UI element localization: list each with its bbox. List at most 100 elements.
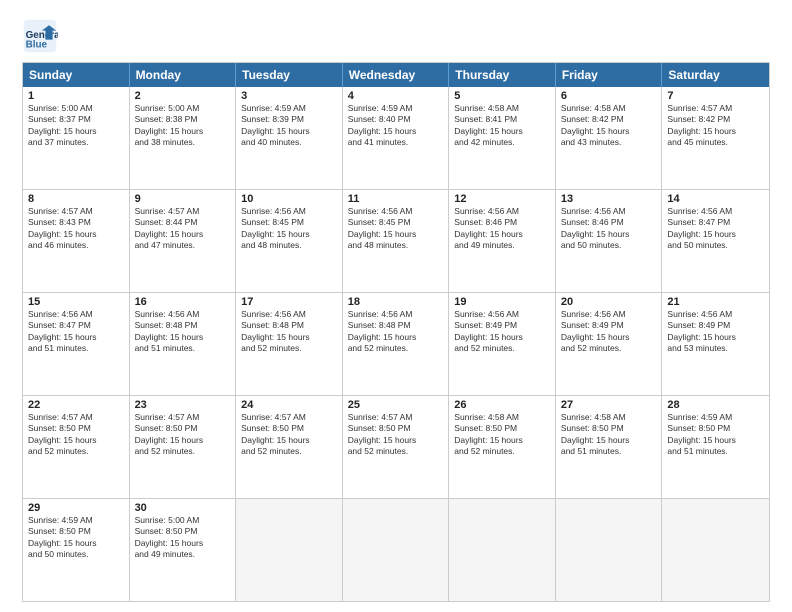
calendar-header-cell: Monday [130,63,237,87]
calendar-cell [662,499,769,601]
cell-info: Sunrise: 4:57 AM Sunset: 8:42 PM Dayligh… [667,103,764,149]
cell-info: Sunrise: 4:56 AM Sunset: 8:49 PM Dayligh… [667,309,764,355]
calendar-cell: 16Sunrise: 4:56 AM Sunset: 8:48 PM Dayli… [130,293,237,395]
page: General Blue SundayMondayTuesdayWednesda… [0,0,792,612]
calendar-cell: 19Sunrise: 4:56 AM Sunset: 8:49 PM Dayli… [449,293,556,395]
calendar-body: 1Sunrise: 5:00 AM Sunset: 8:37 PM Daylig… [23,87,769,601]
header: General Blue [22,18,770,54]
calendar-header-row: SundayMondayTuesdayWednesdayThursdayFrid… [23,63,769,87]
calendar-cell: 3Sunrise: 4:59 AM Sunset: 8:39 PM Daylig… [236,87,343,189]
calendar: SundayMondayTuesdayWednesdayThursdayFrid… [22,62,770,602]
cell-info: Sunrise: 4:59 AM Sunset: 8:39 PM Dayligh… [241,103,337,149]
cell-info: Sunrise: 4:59 AM Sunset: 8:50 PM Dayligh… [667,412,764,458]
cell-info: Sunrise: 4:56 AM Sunset: 8:48 PM Dayligh… [348,309,444,355]
day-number: 29 [28,502,124,514]
day-number: 20 [561,296,657,308]
calendar-cell: 25Sunrise: 4:57 AM Sunset: 8:50 PM Dayli… [343,396,450,498]
calendar-cell: 20Sunrise: 4:56 AM Sunset: 8:49 PM Dayli… [556,293,663,395]
calendar-cell: 13Sunrise: 4:56 AM Sunset: 8:46 PM Dayli… [556,190,663,292]
cell-info: Sunrise: 4:58 AM Sunset: 8:50 PM Dayligh… [561,412,657,458]
calendar-cell: 28Sunrise: 4:59 AM Sunset: 8:50 PM Dayli… [662,396,769,498]
calendar-cell: 22Sunrise: 4:57 AM Sunset: 8:50 PM Dayli… [23,396,130,498]
calendar-cell: 12Sunrise: 4:56 AM Sunset: 8:46 PM Dayli… [449,190,556,292]
calendar-cell: 24Sunrise: 4:57 AM Sunset: 8:50 PM Dayli… [236,396,343,498]
calendar-cell: 23Sunrise: 4:57 AM Sunset: 8:50 PM Dayli… [130,396,237,498]
day-number: 2 [135,90,231,102]
day-number: 6 [561,90,657,102]
day-number: 7 [667,90,764,102]
day-number: 26 [454,399,550,411]
calendar-cell: 11Sunrise: 4:56 AM Sunset: 8:45 PM Dayli… [343,190,450,292]
cell-info: Sunrise: 4:56 AM Sunset: 8:47 PM Dayligh… [667,206,764,252]
cell-info: Sunrise: 4:56 AM Sunset: 8:47 PM Dayligh… [28,309,124,355]
calendar-cell: 4Sunrise: 4:59 AM Sunset: 8:40 PM Daylig… [343,87,450,189]
cell-info: Sunrise: 4:59 AM Sunset: 8:50 PM Dayligh… [28,515,124,561]
day-number: 4 [348,90,444,102]
day-number: 27 [561,399,657,411]
cell-info: Sunrise: 4:56 AM Sunset: 8:46 PM Dayligh… [454,206,550,252]
calendar-cell: 7Sunrise: 4:57 AM Sunset: 8:42 PM Daylig… [662,87,769,189]
cell-info: Sunrise: 4:58 AM Sunset: 8:42 PM Dayligh… [561,103,657,149]
cell-info: Sunrise: 4:57 AM Sunset: 8:44 PM Dayligh… [135,206,231,252]
calendar-cell: 9Sunrise: 4:57 AM Sunset: 8:44 PM Daylig… [130,190,237,292]
day-number: 21 [667,296,764,308]
svg-text:Blue: Blue [26,40,48,51]
cell-info: Sunrise: 4:56 AM Sunset: 8:49 PM Dayligh… [454,309,550,355]
cell-info: Sunrise: 4:57 AM Sunset: 8:50 PM Dayligh… [241,412,337,458]
calendar-cell: 29Sunrise: 4:59 AM Sunset: 8:50 PM Dayli… [23,499,130,601]
cell-info: Sunrise: 5:00 AM Sunset: 8:37 PM Dayligh… [28,103,124,149]
cell-info: Sunrise: 4:57 AM Sunset: 8:50 PM Dayligh… [348,412,444,458]
day-number: 28 [667,399,764,411]
calendar-header-cell: Wednesday [343,63,450,87]
calendar-row: 1Sunrise: 5:00 AM Sunset: 8:37 PM Daylig… [23,87,769,189]
day-number: 1 [28,90,124,102]
cell-info: Sunrise: 4:59 AM Sunset: 8:40 PM Dayligh… [348,103,444,149]
cell-info: Sunrise: 4:56 AM Sunset: 8:46 PM Dayligh… [561,206,657,252]
calendar-cell: 17Sunrise: 4:56 AM Sunset: 8:48 PM Dayli… [236,293,343,395]
cell-info: Sunrise: 4:56 AM Sunset: 8:48 PM Dayligh… [135,309,231,355]
day-number: 3 [241,90,337,102]
calendar-header-cell: Friday [556,63,663,87]
day-number: 12 [454,193,550,205]
cell-info: Sunrise: 4:56 AM Sunset: 8:45 PM Dayligh… [241,206,337,252]
calendar-cell: 2Sunrise: 5:00 AM Sunset: 8:38 PM Daylig… [130,87,237,189]
calendar-row: 8Sunrise: 4:57 AM Sunset: 8:43 PM Daylig… [23,189,769,292]
day-number: 17 [241,296,337,308]
day-number: 8 [28,193,124,205]
day-number: 5 [454,90,550,102]
cell-info: Sunrise: 4:57 AM Sunset: 8:43 PM Dayligh… [28,206,124,252]
calendar-cell: 10Sunrise: 4:56 AM Sunset: 8:45 PM Dayli… [236,190,343,292]
calendar-cell: 1Sunrise: 5:00 AM Sunset: 8:37 PM Daylig… [23,87,130,189]
day-number: 23 [135,399,231,411]
calendar-header-cell: Sunday [23,63,130,87]
calendar-cell [343,499,450,601]
calendar-cell: 15Sunrise: 4:56 AM Sunset: 8:47 PM Dayli… [23,293,130,395]
day-number: 24 [241,399,337,411]
cell-info: Sunrise: 4:56 AM Sunset: 8:48 PM Dayligh… [241,309,337,355]
day-number: 13 [561,193,657,205]
cell-info: Sunrise: 4:57 AM Sunset: 8:50 PM Dayligh… [28,412,124,458]
day-number: 14 [667,193,764,205]
logo-icon: General Blue [22,18,58,54]
calendar-cell: 18Sunrise: 4:56 AM Sunset: 8:48 PM Dayli… [343,293,450,395]
calendar-cell: 27Sunrise: 4:58 AM Sunset: 8:50 PM Dayli… [556,396,663,498]
calendar-cell: 8Sunrise: 4:57 AM Sunset: 8:43 PM Daylig… [23,190,130,292]
day-number: 30 [135,502,231,514]
calendar-cell [236,499,343,601]
calendar-cell: 6Sunrise: 4:58 AM Sunset: 8:42 PM Daylig… [556,87,663,189]
calendar-header-cell: Tuesday [236,63,343,87]
cell-info: Sunrise: 5:00 AM Sunset: 8:38 PM Dayligh… [135,103,231,149]
cell-info: Sunrise: 4:58 AM Sunset: 8:50 PM Dayligh… [454,412,550,458]
calendar-header-cell: Saturday [662,63,769,87]
cell-info: Sunrise: 4:57 AM Sunset: 8:50 PM Dayligh… [135,412,231,458]
logo: General Blue [22,18,62,54]
calendar-row: 15Sunrise: 4:56 AM Sunset: 8:47 PM Dayli… [23,292,769,395]
day-number: 9 [135,193,231,205]
cell-info: Sunrise: 5:00 AM Sunset: 8:50 PM Dayligh… [135,515,231,561]
day-number: 11 [348,193,444,205]
day-number: 16 [135,296,231,308]
day-number: 19 [454,296,550,308]
day-number: 10 [241,193,337,205]
day-number: 18 [348,296,444,308]
calendar-cell: 14Sunrise: 4:56 AM Sunset: 8:47 PM Dayli… [662,190,769,292]
